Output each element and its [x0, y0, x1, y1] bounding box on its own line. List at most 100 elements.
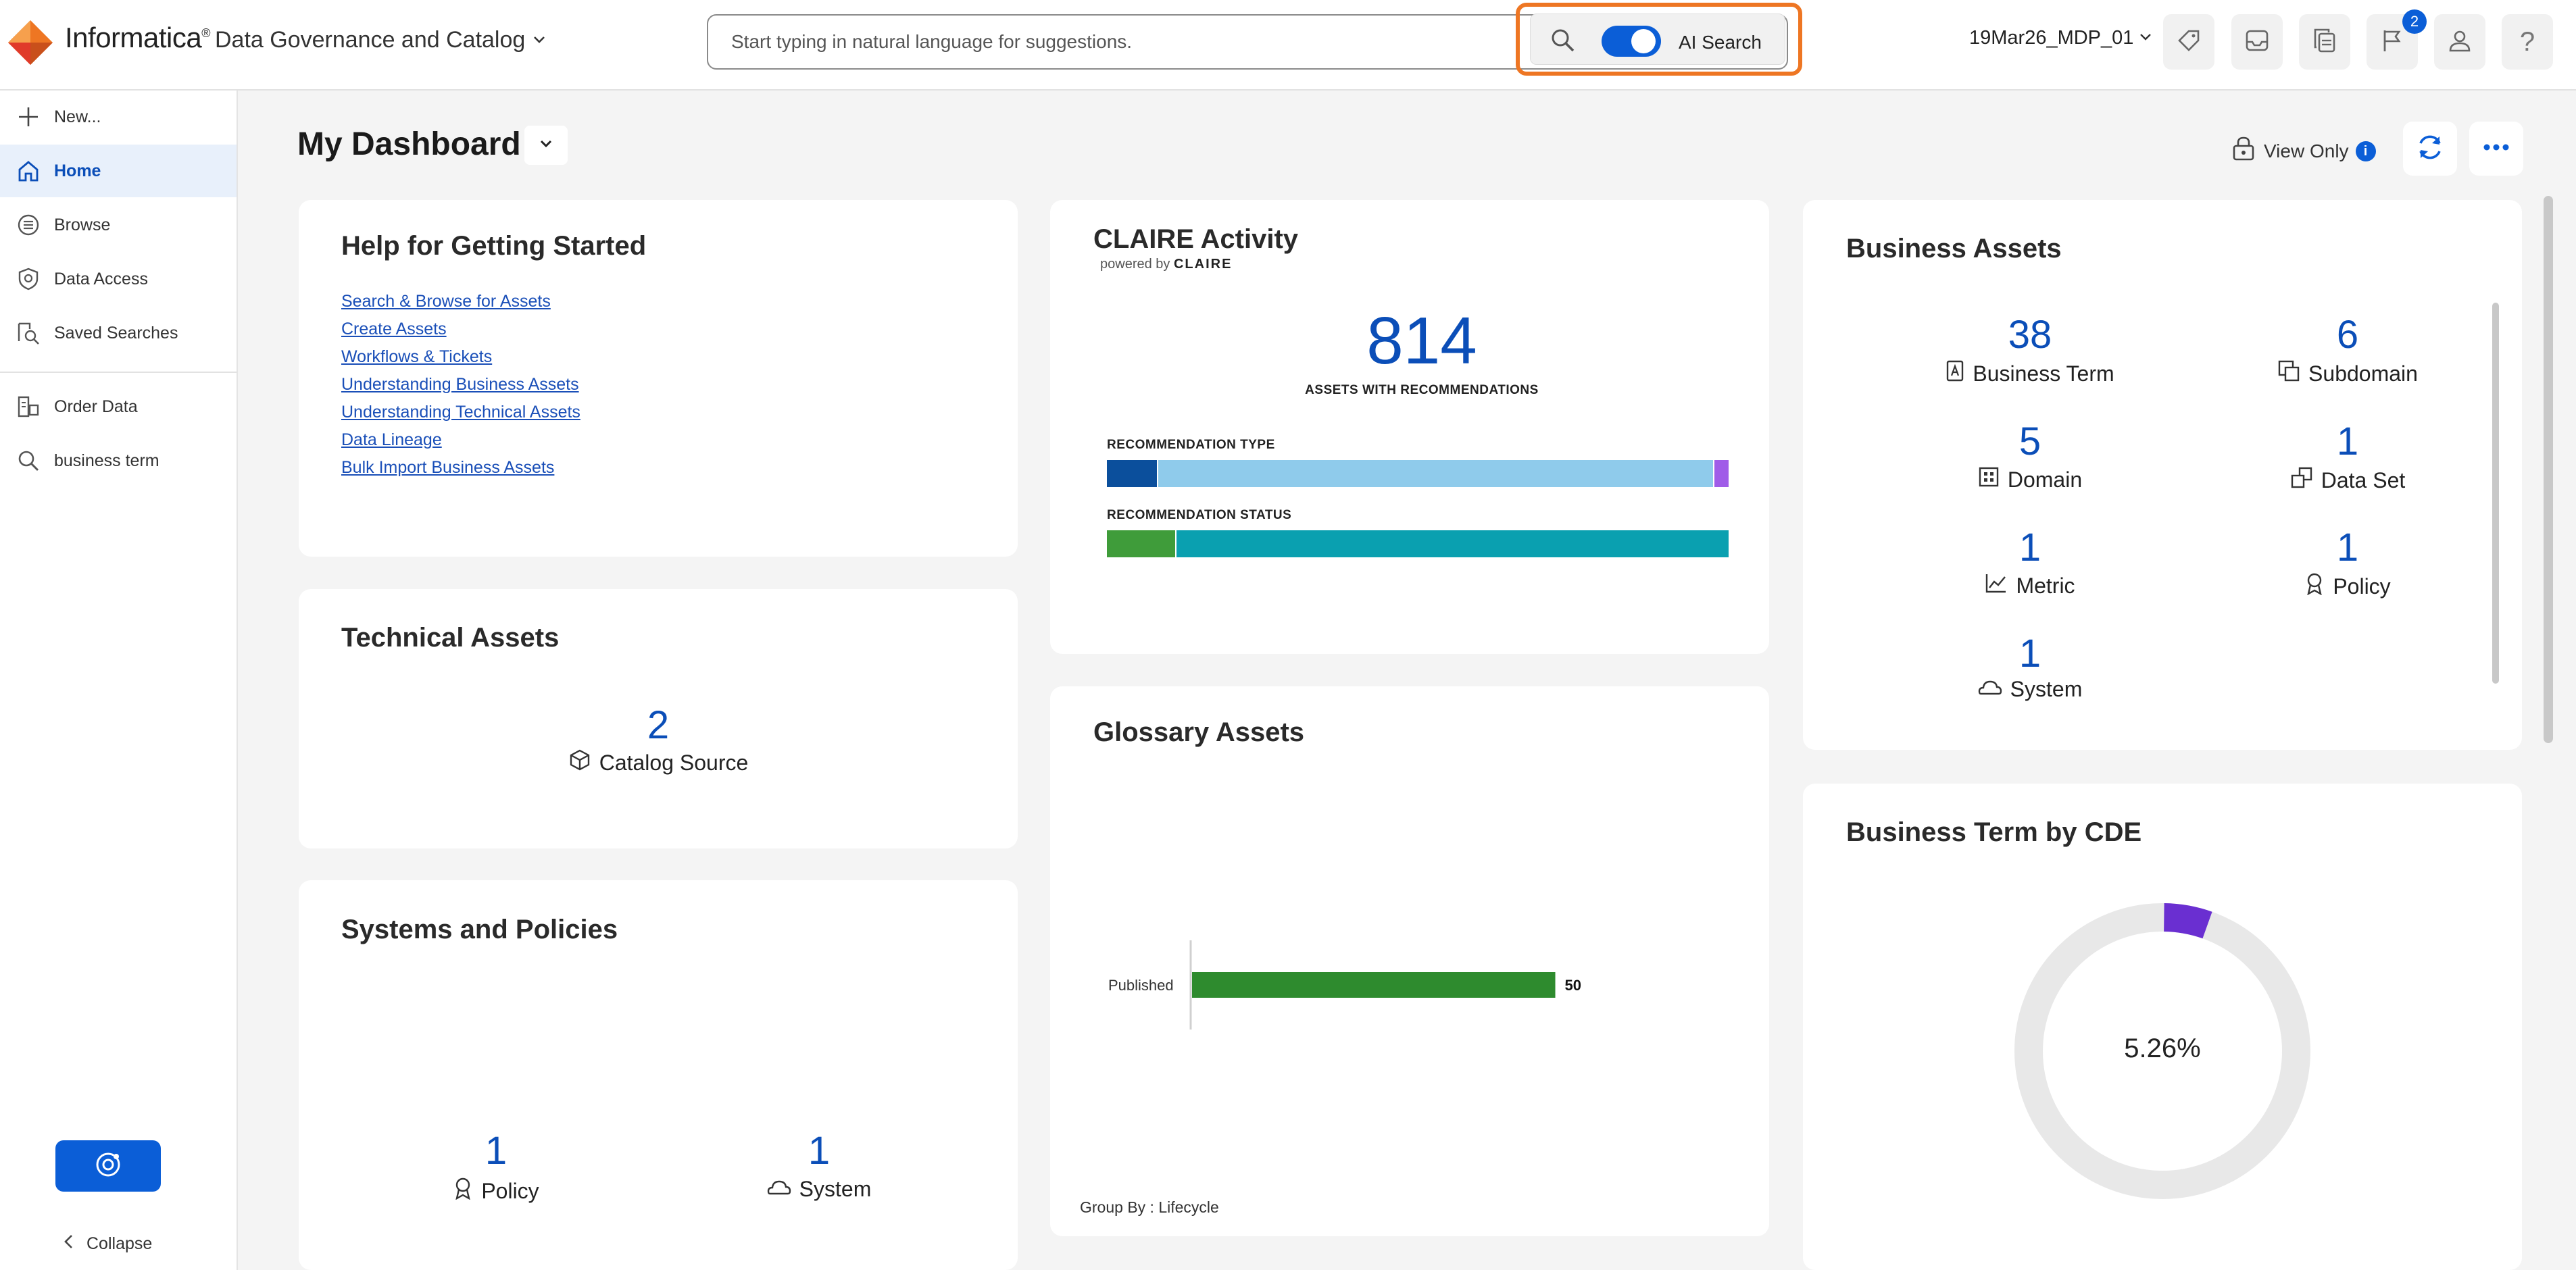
metric-count[interactable]: 1 [1929, 525, 2131, 570]
user-button[interactable] [2434, 14, 2485, 70]
inbox-icon [2244, 27, 2271, 57]
sidebar-item-label: business term [54, 451, 159, 470]
business-term-count[interactable]: 38 [1929, 312, 2131, 357]
help-link-create-assets[interactable]: Create Assets [341, 320, 447, 339]
cube-icon [568, 748, 591, 777]
claire-count-label: ASSETS WITH RECOMMENDATIONS [1305, 383, 1539, 397]
recommendation-status-bar[interactable] [1107, 530, 1729, 557]
rec-type-segment-1[interactable] [1156, 460, 1713, 487]
dashboard-dropdown[interactable] [524, 126, 568, 165]
domain-text: Domain [2007, 467, 2083, 492]
category-label: Published [1108, 977, 1174, 994]
flag-icon [2379, 27, 2406, 57]
catalog-source-text: Catalog Source [599, 750, 749, 775]
sidebar-item-label: Browse [54, 215, 111, 234]
help-link-workflows[interactable]: Workflows & Tickets [341, 347, 492, 367]
sidebar-divider [0, 372, 237, 373]
view-only-label: View Only [2264, 140, 2349, 161]
sidebar-item-label: Saved Searches [54, 323, 178, 342]
info-icon[interactable]: i [2355, 141, 2376, 161]
bar-value-label: 50 [1565, 977, 1581, 994]
domain-label[interactable]: Domain [1895, 466, 2165, 493]
copy-icon [2311, 27, 2338, 57]
page-scrollbar[interactable] [2544, 196, 2553, 743]
help-icon: ? [2519, 26, 2535, 57]
policy-count[interactable]: 1 [2246, 525, 2449, 570]
system-count[interactable]: 1 [1929, 631, 2131, 676]
rec-status-segment-0[interactable] [1107, 530, 1176, 557]
system-label[interactable]: System [718, 1177, 920, 1202]
domain-count[interactable]: 5 [1929, 419, 2131, 464]
tag-icon [2175, 27, 2202, 57]
business-term-icon [1946, 359, 1964, 388]
system-label[interactable]: System [1895, 677, 2165, 701]
rec-status-label: RECOMMENDATION STATUS [1107, 508, 1292, 522]
tag-button[interactable] [2163, 14, 2214, 70]
rec-status-segment-1[interactable] [1175, 530, 1729, 557]
claire-count[interactable]: 814 [1253, 303, 1591, 379]
catalog-source-label[interactable]: Catalog Source [523, 748, 793, 777]
rec-type-segment-2[interactable] [1712, 460, 1729, 487]
sidebar-item-data-access[interactable]: Data Access [0, 253, 237, 305]
notification-badge: 2 [2402, 9, 2427, 34]
donut-cde-slice[interactable] [2163, 903, 2212, 939]
more-icon [2483, 143, 2510, 155]
system-text: System [799, 1177, 872, 1201]
refresh-button[interactable] [2403, 122, 2457, 176]
help-link-technical-assets[interactable]: Understanding Technical Assets [341, 403, 580, 422]
data-set-count[interactable]: 1 [2246, 419, 2449, 464]
subdomain-label[interactable]: Subdomain [2212, 359, 2473, 388]
policy-label[interactable]: Policy [2212, 572, 2473, 601]
product-name: Data Governance and Catalog [215, 27, 526, 53]
refresh-icon [2414, 131, 2446, 167]
bar-published[interactable] [1192, 972, 1556, 998]
view-only-indicator: View Only i [2230, 135, 2376, 167]
informatica-logo-icon[interactable] [7, 19, 54, 66]
glossary-chart-svg: Published 50 [1108, 940, 1581, 1030]
inbox-button[interactable] [2231, 14, 2283, 70]
policy-text: Policy [481, 1178, 539, 1203]
product-switcher[interactable]: Data Governance and Catalog [215, 27, 547, 53]
page-title: My Dashboard [297, 126, 521, 162]
chevron-down-icon [538, 136, 554, 155]
more-options-button[interactable] [2469, 122, 2523, 176]
sidebar-item-saved-searches[interactable]: Saved Searches [0, 307, 237, 359]
chevron-down-icon [532, 27, 547, 53]
business-term-label[interactable]: Business Term [1895, 359, 2165, 388]
subdomain-count[interactable]: 6 [2246, 312, 2449, 357]
help-link-bulk-import[interactable]: Bulk Import Business Assets [341, 458, 554, 478]
sidebar-item-business-term[interactable]: business term [0, 434, 237, 487]
sidebar-item-home[interactable]: Home [0, 145, 237, 197]
recommendation-type-bar[interactable] [1107, 460, 1729, 487]
system-count[interactable]: 1 [751, 1128, 887, 1173]
rec-type-label: RECOMMENDATION TYPE [1107, 438, 1275, 452]
help-button[interactable]: ? [2502, 14, 2553, 70]
rec-type-segment-0[interactable] [1107, 460, 1157, 487]
metric-label[interactable]: Metric [1895, 572, 2165, 599]
help-link-business-assets[interactable]: Understanding Business Assets [341, 375, 579, 395]
help-link-data-lineage[interactable]: Data Lineage [341, 430, 442, 450]
sidebar-item-label: New... [54, 107, 101, 126]
subdomain-icon [2277, 359, 2300, 388]
policy-label[interactable]: Policy [395, 1177, 597, 1205]
sidebar-item-browse[interactable]: Browse [0, 199, 237, 251]
chevron-left-icon [62, 1234, 74, 1254]
collapse-button[interactable]: Collapse [62, 1234, 152, 1254]
brand-name: Informatica® [65, 22, 211, 53]
business-term-text: Business Term [1973, 361, 2114, 386]
technical-assets-title: Technical Assets [341, 623, 560, 653]
technical-assets-count[interactable]: 2 [591, 703, 726, 748]
glossary-chart: Published 50 [1081, 932, 1730, 1040]
subdomain-text: Subdomain [2308, 361, 2418, 386]
search-icon [15, 447, 42, 474]
business-assets-scrollbar[interactable] [2492, 303, 2499, 684]
data-set-label[interactable]: Data Set [2212, 466, 2473, 494]
help-link-search-browse[interactable]: Search & Browse for Assets [341, 292, 551, 311]
org-selector[interactable]: 19Mar26_MDP_01 [1969, 27, 2152, 49]
sidebar-item-new[interactable]: New... [0, 91, 237, 143]
copy-button[interactable] [2299, 14, 2350, 70]
sidebar-item-order-data[interactable]: Order Data [0, 380, 237, 433]
claire-brand: CLAIRE [1173, 257, 1233, 272]
claire-assistant-button[interactable] [55, 1140, 161, 1192]
policy-count[interactable]: 1 [428, 1128, 564, 1173]
